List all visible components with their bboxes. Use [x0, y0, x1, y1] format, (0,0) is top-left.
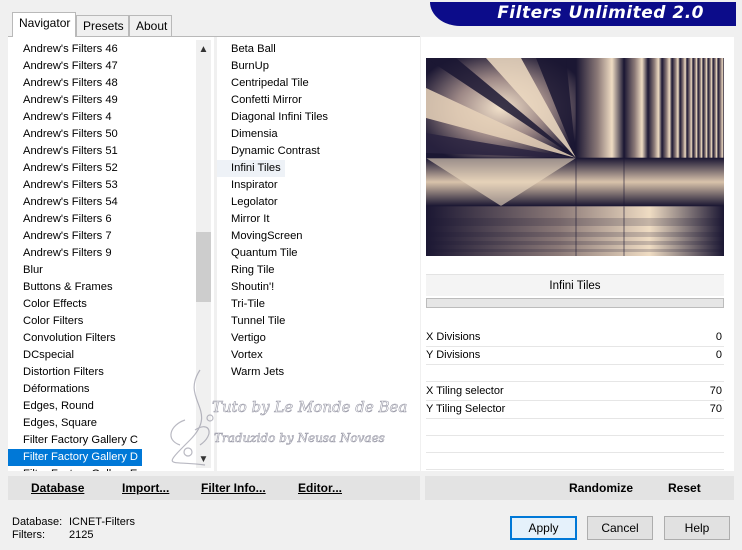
- app-banner: Filters Unlimited 2.0: [430, 2, 736, 26]
- param-empty-row: [426, 420, 724, 436]
- scroll-thumb[interactable]: [196, 232, 211, 302]
- filter-item[interactable]: Confetti Mirror: [217, 92, 306, 109]
- filter-item[interactable]: Centripedal Tile: [217, 75, 313, 92]
- status-database-label: Database:: [12, 516, 63, 528]
- param-y-divisions[interactable]: Y Divisions 0: [426, 347, 724, 365]
- category-item[interactable]: Déformations: [8, 381, 94, 398]
- category-item[interactable]: DCspecial: [8, 347, 78, 364]
- category-item[interactable]: Andrew's Filters 53: [8, 177, 122, 194]
- category-item[interactable]: Andrew's Filters 46: [8, 41, 122, 58]
- category-item[interactable]: Convolution Filters: [8, 330, 120, 347]
- category-item[interactable]: Filter Factory Gallery C: [8, 432, 142, 449]
- tab-presets[interactable]: Presets: [76, 15, 129, 36]
- filter-item[interactable]: Shoutin'!: [217, 279, 278, 296]
- category-item[interactable]: Andrew's Filters 50: [8, 126, 122, 143]
- editor-button[interactable]: Editor...: [298, 481, 342, 495]
- category-item[interactable]: Color Effects: [8, 296, 91, 313]
- filter-item[interactable]: Diagonal Infini Tiles: [217, 109, 332, 126]
- category-item[interactable]: Color Filters: [8, 313, 87, 330]
- status-database: Database: ICNET-Filters: [12, 516, 135, 528]
- filter-item[interactable]: Ring Tile: [217, 262, 279, 279]
- filter-item[interactable]: Legolator: [217, 194, 282, 211]
- category-item[interactable]: Andrew's Filters 51: [8, 143, 122, 160]
- svg-text:Traduzido by Neusa Novaes: Traduzido by Neusa Novaes: [214, 431, 385, 445]
- filter-item[interactable]: Tunnel Tile: [217, 313, 289, 330]
- category-item[interactable]: Andrew's Filters 52: [8, 160, 122, 177]
- tab-about[interactable]: About: [129, 15, 172, 36]
- filter-item[interactable]: Beta Ball: [217, 41, 280, 58]
- filter-item[interactable]: Inspirator: [217, 177, 282, 194]
- category-item[interactable]: Andrew's Filters 49: [8, 92, 122, 109]
- filter-item[interactable]: Dimensia: [217, 126, 282, 143]
- app-title: Filters Unlimited 2.0: [497, 3, 704, 23]
- category-item[interactable]: Edges, Round: [8, 398, 98, 415]
- param-value: 70: [709, 403, 722, 415]
- filter-info-button[interactable]: Filter Info...: [201, 481, 266, 495]
- param-x-tiling-selector[interactable]: X Tiling selector 70: [426, 383, 724, 401]
- param-y-tiling-selector[interactable]: Y Tiling Selector 70: [426, 401, 724, 419]
- reset-button[interactable]: Reset: [668, 481, 701, 495]
- category-item[interactable]: Andrew's Filters 4: [8, 109, 116, 126]
- tab-navigator[interactable]: Navigator: [12, 12, 76, 37]
- category-item[interactable]: Edges, Square: [8, 415, 101, 432]
- apply-button[interactable]: Apply: [510, 516, 577, 540]
- category-item[interactable]: Andrew's Filters 48: [8, 75, 122, 92]
- category-item[interactable]: Filter Factory Gallery D: [8, 449, 142, 466]
- param-empty-row: [426, 366, 724, 382]
- param-empty-row: [426, 454, 724, 470]
- param-value: 70: [709, 385, 722, 397]
- watermark-signature: Tuto by Le Monde de Bea Traduzido by Neu…: [160, 360, 410, 470]
- filter-name-label: Infini Tiles: [426, 274, 724, 296]
- category-item[interactable]: Andrew's Filters 7: [8, 228, 116, 245]
- progress-bar: [426, 298, 724, 308]
- category-item[interactable]: Buttons & Frames: [8, 279, 117, 296]
- status-database-value: ICNET-Filters: [69, 516, 135, 528]
- filter-item[interactable]: Vertigo: [217, 330, 270, 347]
- filter-item[interactable]: Dynamic Contrast: [217, 143, 324, 160]
- watermark-flourish-icon: Tuto by Le Monde de Bea Traduzido by Neu…: [170, 369, 408, 466]
- category-item[interactable]: Andrew's Filters 6: [8, 211, 116, 228]
- param-label: Y Tiling Selector: [426, 403, 506, 415]
- param-x-divisions[interactable]: X Divisions 0: [426, 329, 724, 347]
- param-value: 0: [715, 349, 722, 361]
- status-filters-value: 2125: [69, 529, 94, 541]
- cancel-button[interactable]: Cancel: [587, 516, 653, 540]
- status-filters: Filters: 2125: [12, 529, 93, 541]
- filter-item[interactable]: Mirror It: [217, 211, 274, 228]
- database-button[interactable]: Database: [31, 481, 84, 495]
- filter-preview-image: [426, 58, 724, 256]
- param-empty-row: [426, 437, 724, 453]
- filter-item[interactable]: Infini Tiles: [217, 160, 285, 177]
- filter-item[interactable]: BurnUp: [217, 58, 273, 75]
- category-item[interactable]: Andrew's Filters 9: [8, 245, 116, 262]
- param-label: X Tiling selector: [426, 385, 504, 397]
- scroll-up-arrow-icon[interactable]: ▲: [196, 42, 211, 59]
- category-item[interactable]: Andrew's Filters 47: [8, 58, 122, 75]
- category-item[interactable]: Distortion Filters: [8, 364, 108, 381]
- param-label: Y Divisions: [426, 349, 481, 361]
- randomize-button[interactable]: Randomize: [569, 481, 633, 495]
- import-button[interactable]: Import...: [122, 481, 169, 495]
- param-label: X Divisions: [426, 331, 481, 343]
- category-item[interactable]: Andrew's Filters 54: [8, 194, 122, 211]
- status-filters-label: Filters:: [12, 529, 45, 541]
- category-item[interactable]: Filter Factory Gallery E: [8, 466, 141, 471]
- filter-item[interactable]: MovingScreen: [217, 228, 307, 245]
- preview-pattern: [426, 58, 724, 256]
- param-value: 0: [715, 331, 722, 343]
- filter-item[interactable]: Tri-Tile: [217, 296, 269, 313]
- help-button[interactable]: Help: [664, 516, 730, 540]
- svg-text:Tuto by Le Monde de Bea: Tuto by Le Monde de Bea: [212, 398, 407, 416]
- filter-item[interactable]: Quantum Tile: [217, 245, 302, 262]
- category-item[interactable]: Blur: [8, 262, 47, 279]
